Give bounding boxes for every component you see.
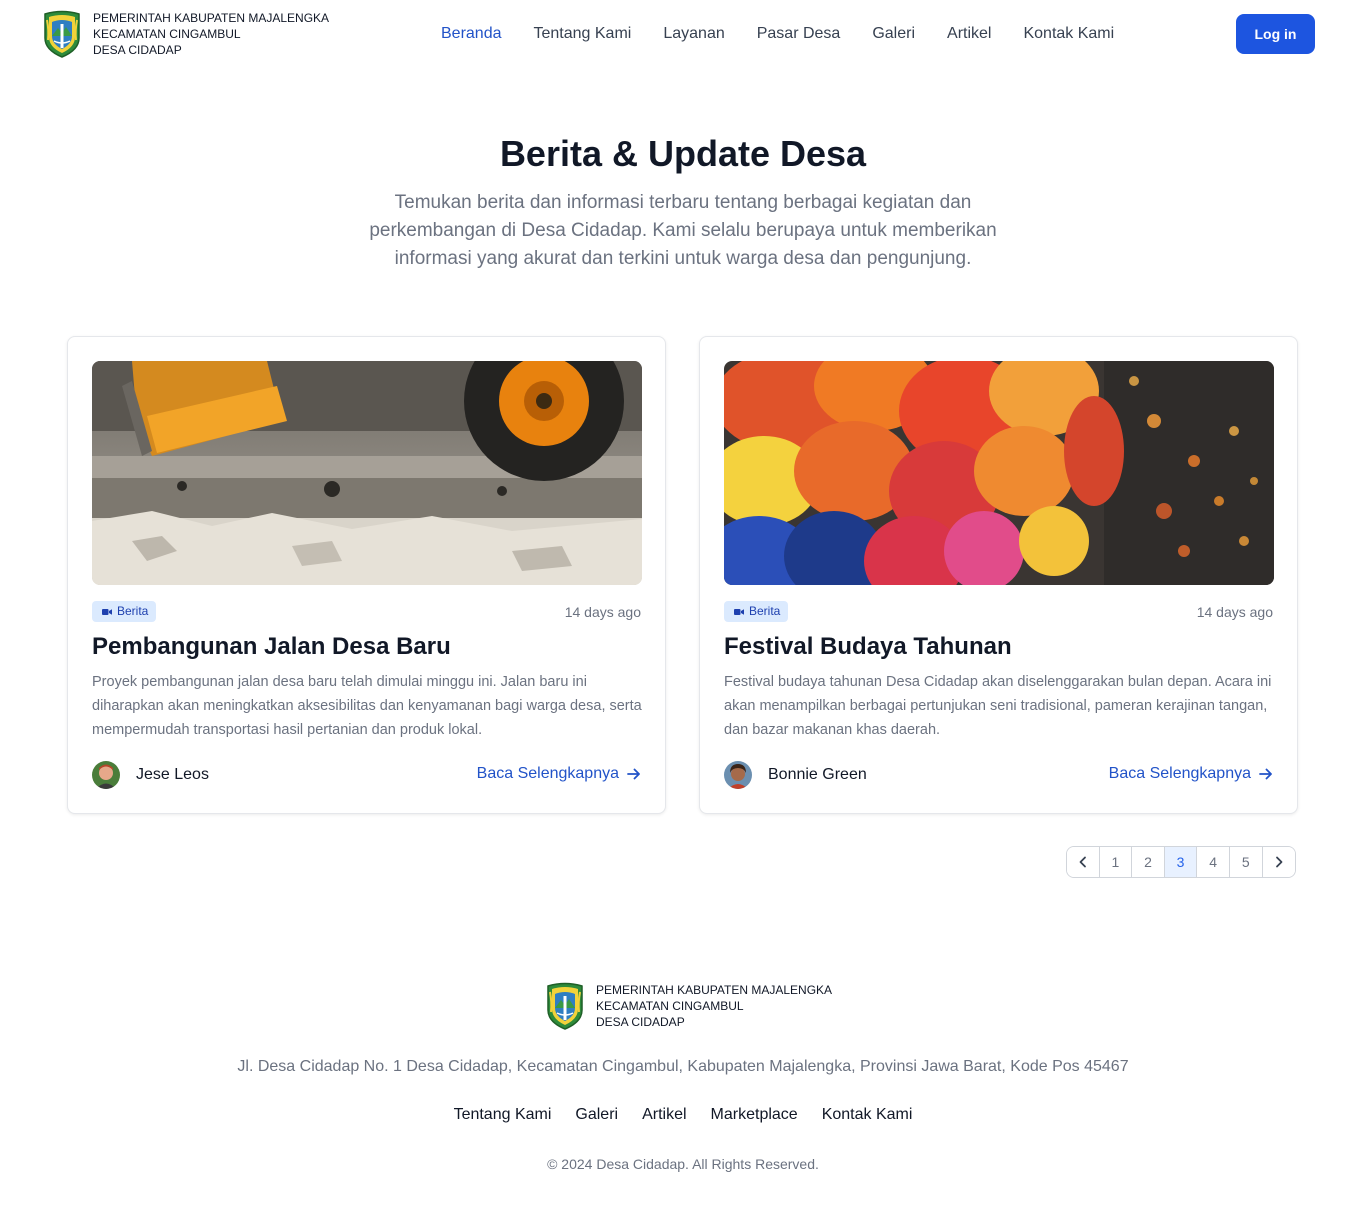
lantern-festival-photo[interactable] (724, 361, 1274, 585)
article-time: 14 days ago (564, 604, 641, 620)
read-more-link[interactable]: Baca Selengkapnya (1109, 765, 1273, 783)
footer-links: Tentang Kami Galeri Artikel Marketplace … (0, 1105, 1366, 1125)
page-1-button[interactable]: 1 (1099, 847, 1133, 877)
previous-page-button[interactable] (1067, 847, 1100, 877)
footer-link-artikel[interactable]: Artikel (642, 1105, 686, 1125)
page-3-button[interactable]: 3 (1164, 847, 1198, 877)
brand-line-2: KECAMATAN CINGAMBUL (93, 27, 241, 41)
category-badge: Berita (724, 601, 789, 622)
copyright: © 2024 Desa Cidadap. All Rights Reserved… (547, 1156, 819, 1172)
login-button[interactable]: Log in (1236, 14, 1315, 54)
page-4-button[interactable]: 4 (1197, 847, 1230, 877)
nav-item-layanan[interactable]: Layanan (663, 24, 724, 44)
read-more-label: Baca Selengkapnya (476, 765, 619, 782)
footer-link-tentang-kami[interactable]: Tentang Kami (454, 1105, 552, 1125)
road-construction-photo[interactable] (92, 361, 642, 585)
category-label: Berita (749, 604, 781, 618)
nav-item-kontak-kami[interactable]: Kontak Kami (1023, 24, 1114, 44)
avatar (724, 761, 752, 789)
author-name: Bonnie Green (768, 766, 867, 783)
brand-line-1: PEMERINTAH KABUPATEN MAJALENGKA (93, 11, 330, 25)
nav-item-galeri[interactable]: Galeri (872, 24, 915, 44)
author: Bonnie Green (724, 761, 867, 789)
author: Jese Leos (92, 761, 209, 789)
article-card: Berita 14 days ago Pembangunan Jalan Des… (67, 336, 666, 814)
author-name: Jese Leos (136, 766, 209, 783)
footer-link-galeri[interactable]: Galeri (575, 1105, 618, 1125)
video-camera-icon (102, 608, 112, 615)
navbar: PEMERINTAH KABUPATEN MAJALENGKA KECAMATA… (0, 0, 1366, 70)
page-2-button[interactable]: 2 (1132, 847, 1165, 877)
nav-item-tentang-kami[interactable]: Tentang Kami (534, 24, 632, 44)
next-page-button[interactable] (1262, 847, 1296, 877)
brand-line-1: PEMERINTAH KABUPATEN MAJALENGKA (596, 983, 833, 997)
chevron-right-icon (1275, 856, 1283, 868)
brand-line-2: KECAMATAN CINGAMBUL (596, 999, 744, 1013)
brand[interactable]: PEMERINTAH KABUPATEN MAJALENGKA KECAMATA… (42, 10, 329, 58)
nav-item-pasar-desa[interactable]: Pasar Desa (757, 24, 841, 44)
read-more-link[interactable]: Baca Selengkapnya (477, 765, 641, 783)
article-description: Festival budaya tahunan Desa Cidadap aka… (724, 674, 1272, 738)
footer-brand[interactable]: PEMERINTAH KABUPATEN MAJALENGKA KECAMATA… (545, 982, 832, 1030)
read-more-label: Baca Selengkapnya (1108, 765, 1251, 782)
page-title: Berita & Update Desa (499, 133, 867, 174)
article-title[interactable]: Pembangunan Jalan Desa Baru (92, 631, 451, 663)
avatar (92, 761, 120, 789)
footer-link-marketplace[interactable]: Marketplace (711, 1105, 798, 1125)
nav-item-beranda[interactable]: Beranda (441, 24, 502, 44)
brand-line-3: DESA CIDADAP (596, 1015, 685, 1029)
page-subtitle: Temukan berita dan informasi terbaru ten… (369, 192, 997, 269)
pagination: 1 2 3 4 5 (1066, 846, 1297, 878)
arrow-right-icon (627, 768, 640, 780)
chevron-left-icon (1079, 856, 1086, 868)
footer-address: Jl. Desa Cidadap No. 1 Desa Cidadap, Kec… (237, 1058, 1129, 1075)
video-camera-icon (734, 608, 744, 615)
article-description: Proyek pembangunan jalan desa baru telah… (92, 674, 642, 738)
article-title[interactable]: Festival Budaya Tahunan (724, 631, 1012, 663)
regency-crest-icon (42, 10, 82, 58)
article-time: 14 days ago (1196, 604, 1273, 620)
brand-line-3: DESA CIDADAP (93, 43, 182, 57)
arrow-right-icon (1259, 768, 1272, 780)
article-card: Berita 14 days ago Festival Budaya Tahun… (699, 336, 1298, 814)
nav-item-artikel[interactable]: Artikel (947, 24, 991, 44)
nav-menu: Beranda Tentang Kami Layanan Pasar Desa … (441, 24, 1114, 44)
category-badge: Berita (92, 601, 157, 622)
regency-crest-icon (545, 982, 585, 1030)
footer-link-kontak-kami[interactable]: Kontak Kami (822, 1105, 913, 1125)
page-5-button[interactable]: 5 (1229, 847, 1263, 877)
brand-text: PEMERINTAH KABUPATEN MAJALENGKA KECAMATA… (93, 10, 329, 58)
category-label: Berita (117, 604, 149, 618)
footer-brand-text: PEMERINTAH KABUPATEN MAJALENGKA KECAMATA… (596, 982, 832, 1030)
